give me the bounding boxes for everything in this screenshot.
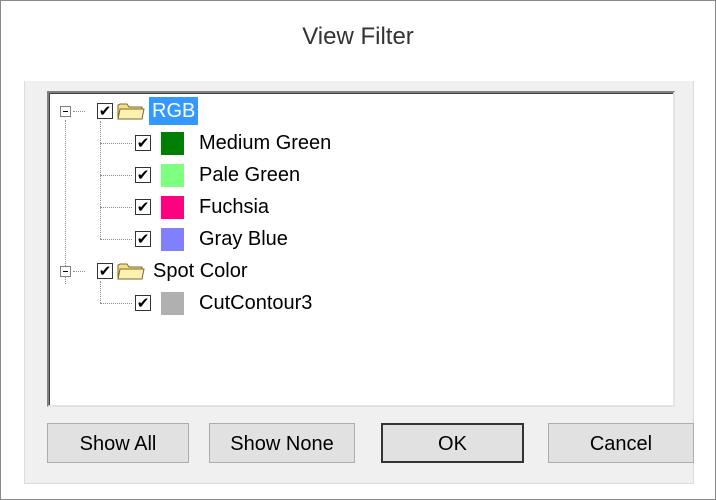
checkbox-spot-color[interactable]: ✔ — [97, 263, 113, 279]
tree-item-label[interactable]: Fuchsia — [199, 193, 269, 221]
tree-item[interactable]: ✔ Gray Blue — [49, 225, 649, 255]
tree-item[interactable]: ✔ CutContour3 — [49, 289, 649, 319]
dialog-body: ✔ RGB ✔ Medium Green ✔ Pale Green ✔ Fuch… — [24, 81, 694, 484]
tree-item-label[interactable]: CutContour3 — [199, 289, 312, 317]
color-swatch — [161, 228, 184, 251]
color-swatch — [161, 292, 184, 315]
tree-item[interactable]: ✔ Pale Green — [49, 161, 649, 191]
tree-group-spot-color[interactable]: ✔ Spot Color — [49, 257, 649, 287]
tree-item[interactable]: ✔ Medium Green — [49, 129, 649, 159]
dialog-title: View Filter — [302, 23, 414, 50]
cancel-button[interactable]: Cancel — [548, 423, 694, 463]
color-swatch — [161, 132, 184, 155]
title-bar: View Filter — [1, 1, 715, 81]
show-all-button[interactable]: Show All — [47, 423, 189, 463]
checkbox-gray-blue[interactable]: ✔ — [135, 231, 151, 247]
collapse-icon[interactable] — [60, 106, 71, 117]
folder-icon — [117, 263, 145, 280]
color-swatch — [161, 196, 184, 219]
tree-group-rgb[interactable]: ✔ RGB — [49, 97, 649, 127]
tree-item-label[interactable]: Medium Green — [199, 129, 331, 157]
tree-group-label[interactable]: Spot Color — [153, 257, 248, 285]
checkbox-medium-green[interactable]: ✔ — [135, 135, 151, 151]
checkbox-cutcontour3[interactable]: ✔ — [135, 295, 151, 311]
filter-tree[interactable]: ✔ RGB ✔ Medium Green ✔ Pale Green ✔ Fuch… — [47, 91, 675, 407]
color-swatch — [161, 164, 184, 187]
checkbox-fuchsia[interactable]: ✔ — [135, 199, 151, 215]
folder-icon — [117, 103, 145, 120]
tree-item[interactable]: ✔ Fuchsia — [49, 193, 649, 223]
show-none-button[interactable]: Show None — [209, 423, 355, 463]
checkbox-rgb[interactable]: ✔ — [97, 103, 113, 119]
checkbox-pale-green[interactable]: ✔ — [135, 167, 151, 183]
view-filter-dialog: View Filter ✔ RGB ✔ Medium Green ✔ Pale … — [0, 0, 716, 500]
tree-group-label[interactable]: RGB — [149, 97, 199, 125]
tree-item-label[interactable]: Gray Blue — [199, 225, 288, 253]
collapse-icon[interactable] — [60, 266, 71, 277]
tree-item-label[interactable]: Pale Green — [199, 161, 300, 189]
ok-button[interactable]: OK — [381, 423, 524, 463]
